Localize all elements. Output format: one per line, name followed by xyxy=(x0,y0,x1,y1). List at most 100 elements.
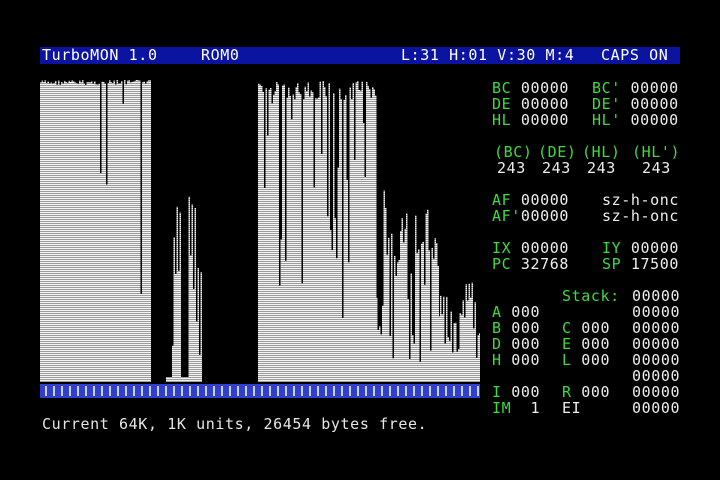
scanline xyxy=(40,343,480,344)
reg-label: HL xyxy=(492,111,512,129)
memory-bank-bar xyxy=(40,384,480,398)
scanline xyxy=(40,119,480,120)
bank-block xyxy=(69,386,71,396)
bank-block xyxy=(405,386,407,396)
register-c: C 000 xyxy=(562,320,610,336)
register-row-pc: PC 32768 xyxy=(492,256,569,272)
scanline xyxy=(40,221,480,222)
register-a: A 000 xyxy=(492,304,540,320)
memory-column xyxy=(274,91,276,382)
scanline xyxy=(40,83,480,84)
bank-block xyxy=(357,386,359,396)
scanline xyxy=(40,325,480,326)
scanline xyxy=(40,279,480,280)
scanline xyxy=(40,153,480,154)
scanline xyxy=(40,255,480,256)
memory-column xyxy=(428,250,430,382)
scanline xyxy=(40,223,480,224)
scanline xyxy=(40,239,480,240)
reg-label: HL' xyxy=(592,111,621,129)
memory-map xyxy=(40,79,480,382)
register-row-af-alt: AF'00000 xyxy=(492,208,569,224)
register-row-iy: IY 00000 xyxy=(602,240,679,256)
scanline xyxy=(40,277,480,278)
scanline xyxy=(40,137,480,138)
scanline xyxy=(40,219,480,220)
scanline xyxy=(40,215,480,216)
scanline xyxy=(40,313,480,314)
scanline xyxy=(40,293,480,294)
indirect-hl-label: (HL) xyxy=(582,143,621,161)
scanline xyxy=(40,191,480,192)
bank-block xyxy=(373,386,375,396)
scanline xyxy=(40,95,480,96)
scanline xyxy=(40,127,480,128)
scanline xyxy=(40,159,480,160)
bank-block xyxy=(469,386,471,396)
stack-entry: 00000 xyxy=(632,383,681,401)
scanline xyxy=(40,169,480,170)
scanline xyxy=(40,143,480,144)
register-row-hl: HL 00000 xyxy=(492,112,569,128)
reg-label: H xyxy=(492,351,502,369)
scanline xyxy=(40,97,480,98)
bank-block xyxy=(429,386,431,396)
register-e: E 000 xyxy=(562,336,610,352)
scanline xyxy=(40,115,480,116)
bank-block xyxy=(117,386,119,396)
register-row-bc-alt: BC' 00000 xyxy=(592,80,679,96)
reg-label: IM xyxy=(492,399,512,417)
reg-value: 1 xyxy=(530,399,541,417)
bank-block xyxy=(125,386,127,396)
scanline xyxy=(40,189,480,190)
scanline xyxy=(40,111,480,112)
bank-block xyxy=(333,386,335,396)
scanline xyxy=(40,229,480,230)
stack-label: Stack: xyxy=(562,287,620,305)
scanline xyxy=(40,301,480,302)
scanline xyxy=(40,185,480,186)
scanline xyxy=(40,227,480,228)
scanline xyxy=(40,199,480,200)
bank-block xyxy=(445,386,447,396)
register-row-de: DE 00000 xyxy=(492,96,569,112)
scanline xyxy=(40,249,480,250)
reg-value: 000 xyxy=(511,351,541,369)
memory-column xyxy=(348,262,350,382)
scanline xyxy=(40,213,480,214)
memory-column xyxy=(310,90,312,382)
bank-block xyxy=(221,386,223,396)
register-i: I 000 xyxy=(492,384,540,400)
scanline xyxy=(40,273,480,274)
bank-block xyxy=(253,386,255,396)
bank-block xyxy=(149,386,151,396)
scanline xyxy=(40,353,480,354)
scanline xyxy=(40,241,480,242)
bank-block xyxy=(173,386,175,396)
scanline xyxy=(40,195,480,196)
scanline xyxy=(40,231,480,232)
scanline xyxy=(40,359,480,360)
bank-block xyxy=(477,386,479,396)
reg-value: 00000 xyxy=(520,111,570,129)
rom-indicator: ROM0 xyxy=(201,46,240,64)
scanline xyxy=(40,211,480,212)
scanline xyxy=(40,205,480,206)
scanline xyxy=(40,367,480,368)
scanline xyxy=(40,135,480,136)
status-line: Current 64K, 1K units, 26454 bytes free. xyxy=(42,415,428,433)
memory-column xyxy=(409,359,411,382)
scanline xyxy=(40,203,480,204)
bank-block xyxy=(157,386,159,396)
scanline xyxy=(40,379,480,380)
scanline xyxy=(40,287,480,288)
scanline xyxy=(40,347,480,348)
scanline xyxy=(40,85,480,86)
bank-block xyxy=(181,386,183,396)
scanline xyxy=(40,79,480,80)
bank-block xyxy=(229,386,231,396)
bank-block xyxy=(341,386,343,396)
register-row-de-alt: DE' 00000 xyxy=(592,96,679,112)
scanline xyxy=(40,349,480,350)
scanline xyxy=(40,261,480,262)
